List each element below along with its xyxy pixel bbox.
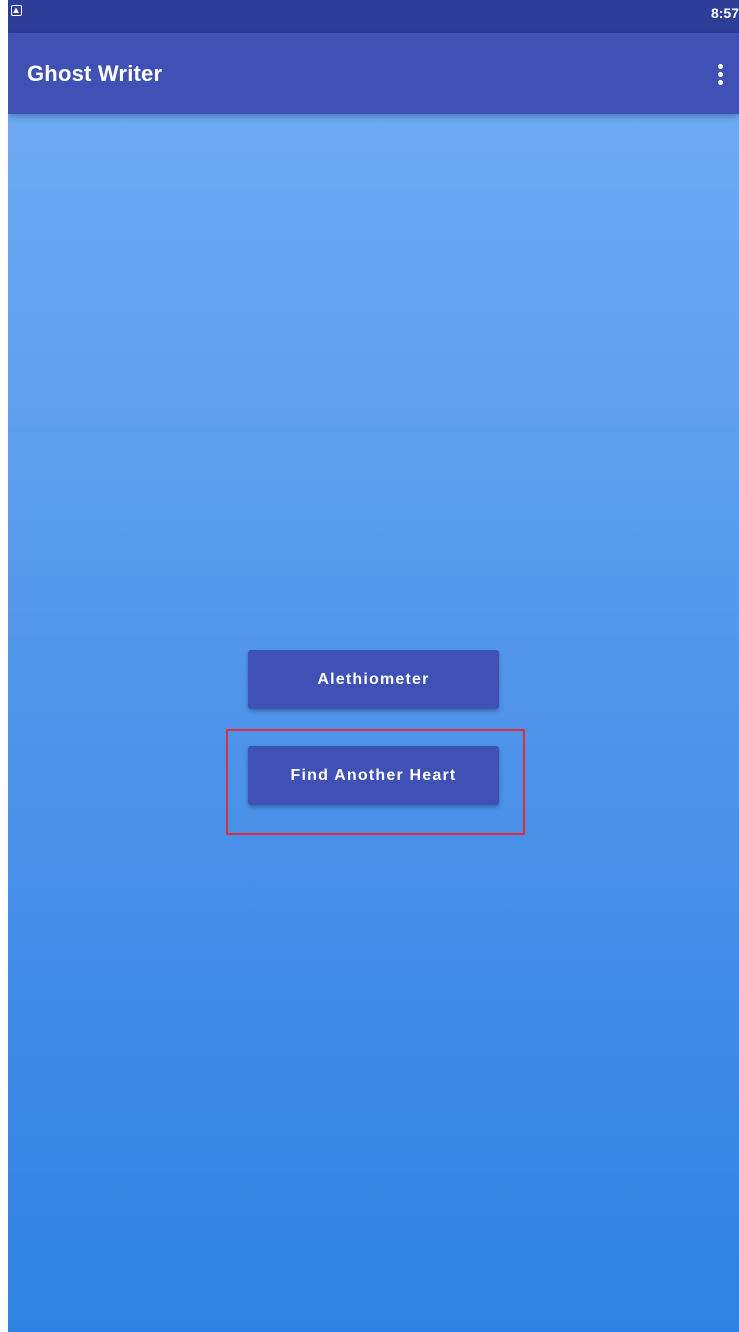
find-another-heart-button[interactable]: Find Another Heart [248,746,499,805]
main-content: Alethiometer Find Another Heart [8,114,739,1332]
app-bar: Ghost Writer [8,33,739,114]
status-bar: 8:57 [8,0,739,33]
notification-square-icon [11,5,22,16]
overflow-dot [717,79,723,85]
app-screen: 8:57 Ghost Writer Alethiometer Find Anot… [8,0,739,1332]
status-time: 8:57 [710,5,739,21]
more-vert-icon[interactable] [713,59,727,89]
alethiometer-button[interactable]: Alethiometer [248,650,499,709]
overflow-dot [717,71,723,77]
overflow-dot [717,63,723,69]
app-title: Ghost Writer [27,61,163,86]
